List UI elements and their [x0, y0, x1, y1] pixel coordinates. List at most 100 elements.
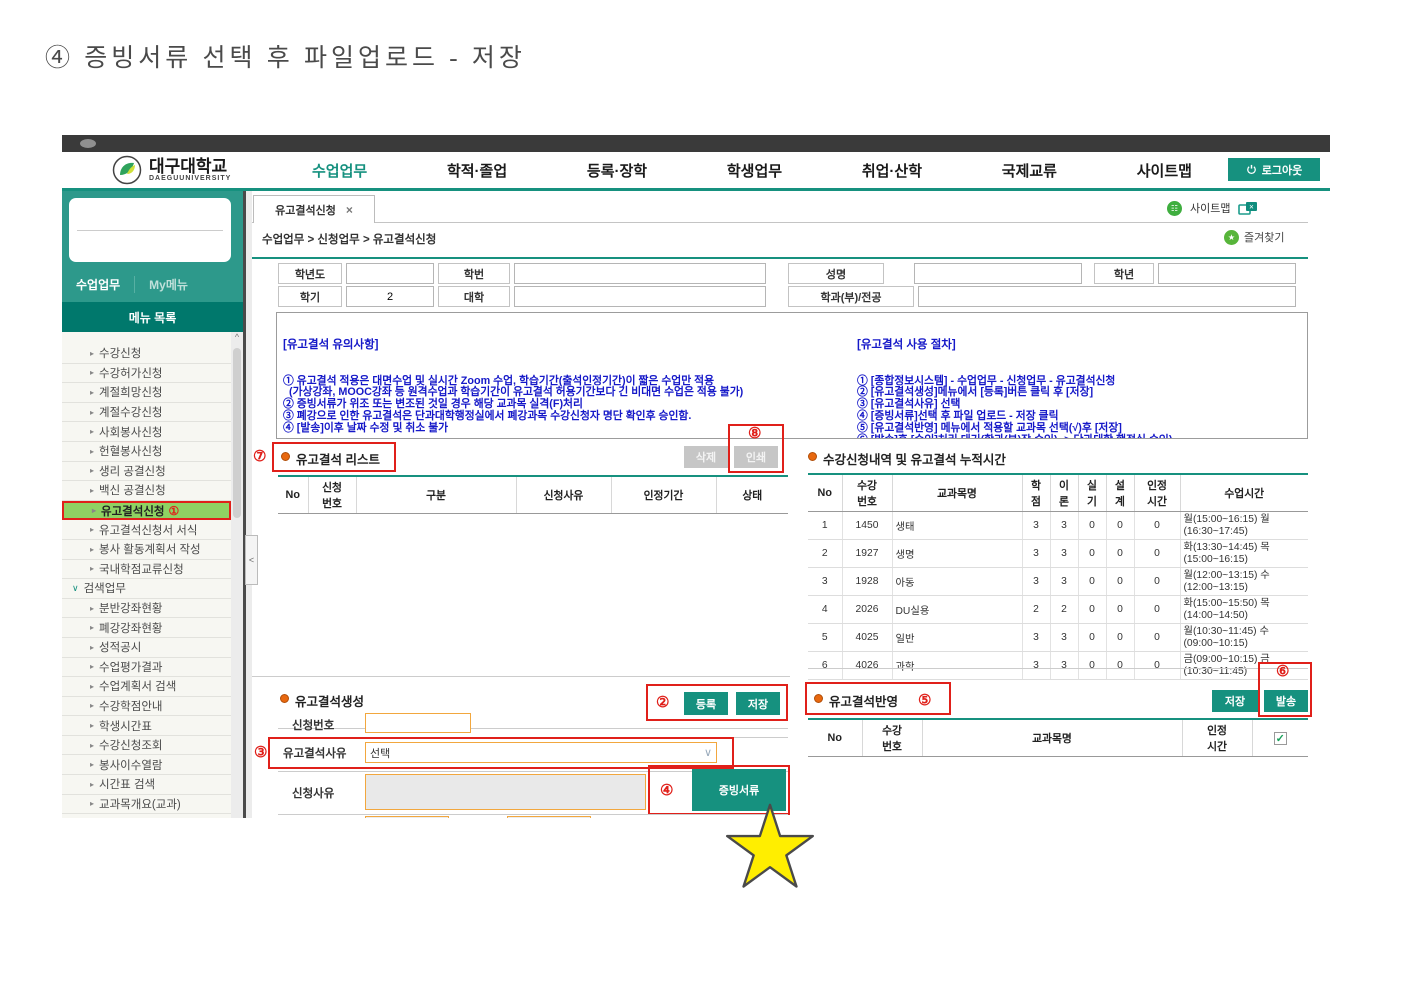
- sidebar-item-4[interactable]: ▸사회봉사신청: [62, 422, 231, 442]
- tab-close-icon[interactable]: ×: [346, 203, 353, 217]
- column-header: No: [808, 719, 862, 757]
- cell: 3: [1050, 568, 1078, 596]
- sidebar-item-3[interactable]: ▸계절수강신청: [62, 403, 231, 423]
- sidebar-item-9[interactable]: ▸유고결석신청서 서식: [62, 520, 231, 540]
- column-header: 구분: [356, 476, 516, 514]
- chevron-down-icon: ∨: [72, 583, 79, 594]
- sidebar-item-21[interactable]: ▸봉사이수열람: [62, 755, 231, 775]
- sidebar-tab-work[interactable]: 수업업무: [62, 276, 134, 293]
- menu-list-header: 메뉴 목록: [62, 302, 243, 332]
- sidebar-collapse-handle[interactable]: <: [245, 535, 258, 585]
- arrow-right-icon: ▸: [90, 408, 94, 417]
- cell: 일반: [892, 624, 1022, 652]
- logout-button[interactable]: 로그아웃: [1228, 158, 1320, 181]
- name-input[interactable]: [914, 263, 1082, 284]
- notice-procedure-title: [유고결석 사용 절차]: [857, 340, 1305, 352]
- nav-item-3[interactable]: 학생업무: [727, 160, 782, 181]
- sidebar-item-13[interactable]: ▸분반강좌현황: [62, 599, 231, 619]
- sidebar-item-16[interactable]: ▸수업평가결과: [62, 658, 231, 678]
- nav-item-4[interactable]: 취업·산학: [862, 160, 922, 181]
- reason-select[interactable]: 선택 ∨: [365, 742, 717, 763]
- cell: 3: [808, 568, 842, 596]
- select-all-checkbox[interactable]: ✓: [1274, 732, 1287, 745]
- table-row[interactable]: 21927생명33000화(13:30~14:45) 목(15:00~16:15…: [808, 540, 1308, 568]
- sidebar-item-label: 검색업무: [84, 580, 126, 596]
- sidebar-item-18[interactable]: ▸수강학점안내: [62, 697, 231, 717]
- tab-yugo-absence[interactable]: 유고결석신청 ×: [253, 195, 375, 223]
- semester-input[interactable]: [346, 286, 434, 307]
- sidebar-item-24[interactable]: ▸취업적성흥미검사: [62, 814, 231, 818]
- logo-title: 대구대학교: [149, 158, 231, 175]
- grade-input[interactable]: [1158, 263, 1296, 284]
- divider: [77, 230, 223, 231]
- nav-item-1[interactable]: 학적·졸업: [447, 160, 507, 181]
- sidebar-item-15[interactable]: ▸성적공시: [62, 638, 231, 658]
- major-input[interactable]: [918, 286, 1296, 307]
- table-row[interactable]: 64026과학33000금(09:00~10:15) 금(10:30~11:45…: [808, 652, 1308, 680]
- save-button-create[interactable]: 저장: [736, 692, 780, 715]
- sitemap-icon[interactable]: ☷: [1167, 201, 1182, 216]
- nav-item-0[interactable]: 수업업무: [312, 160, 367, 181]
- cell: 월(15:00~16:15) 월(16:30~17:45): [1180, 512, 1308, 540]
- save-button-reflect[interactable]: 저장: [1212, 690, 1258, 712]
- annotation-6: ⑥: [1276, 662, 1289, 681]
- university-logo[interactable]: 대구대학교 DAEGUUNIVERSITY: [112, 155, 231, 185]
- cell: 0: [1078, 512, 1106, 540]
- nav-item-2[interactable]: 등록·장학: [587, 160, 647, 181]
- favorite-button[interactable]: ★ 즐겨찾기: [1224, 229, 1284, 245]
- studentid-input[interactable]: [514, 263, 766, 284]
- cell: 0: [1134, 512, 1180, 540]
- sidebar-item-1[interactable]: ▸수강허가신청: [62, 364, 231, 384]
- sidebar-item-7[interactable]: ▸백신 공결신청: [62, 481, 231, 501]
- sidebar-item-8[interactable]: ▸유고결석신청①: [62, 501, 231, 521]
- portal-window: 대구대학교 DAEGUUNIVERSITY 수업업무 학적·졸업 등록·장학 학생업무…: [62, 135, 1330, 818]
- request-no-input[interactable]: [365, 713, 471, 733]
- sidebar-tab-mymenu[interactable]: My메뉴: [134, 276, 202, 293]
- sidebar-item-20[interactable]: ▸수강신청조회: [62, 736, 231, 756]
- sitemap-label[interactable]: 사이트맵: [1190, 200, 1230, 216]
- scroll-up-icon[interactable]: ^: [235, 332, 239, 342]
- cell: 4026: [842, 652, 892, 680]
- table-row[interactable]: 11450생태33000월(15:00~16:15) 월(16:30~17:45…: [808, 512, 1308, 540]
- sidebar-item-14[interactable]: ▸폐강강좌현황: [62, 618, 231, 638]
- scrollbar-thumb[interactable]: [233, 348, 241, 518]
- delete-button[interactable]: 삭제: [684, 446, 728, 468]
- sidebar-item-label: 유고결석신청서 서식: [99, 522, 197, 538]
- annotation-8: ⑧: [748, 424, 761, 443]
- table-row[interactable]: 31928아동33000월(12:00~13:15) 수(12:00~13:15…: [808, 568, 1308, 596]
- notice-line: ⑥ [발송]후 [승인]처리 대기(학과(부)장 승인) -> 단과대학 행정실…: [857, 435, 1305, 439]
- window-close-icon[interactable]: ×: [1238, 201, 1258, 215]
- arrow-right-icon: ▸: [90, 721, 94, 730]
- sidebar-scrollbar[interactable]: ^: [231, 332, 243, 818]
- sidebar-item-5[interactable]: ▸헌혈봉사신청: [62, 442, 231, 462]
- sidebar-item-6[interactable]: ▸생리 공결신청: [62, 462, 231, 482]
- nav-item-5[interactable]: 국제교류: [1002, 160, 1057, 181]
- register-button[interactable]: 등록: [684, 692, 728, 715]
- sidebar-item-11[interactable]: ▸국내학점교류신청: [62, 560, 231, 580]
- table-row[interactable]: 42026DU실용22000화(15:00~15:50) 목(14:00~14:…: [808, 596, 1308, 624]
- cell: 4: [808, 596, 842, 624]
- cell: 0: [1106, 652, 1134, 680]
- sidebar-item-2[interactable]: ▸계절희망신청: [62, 383, 231, 403]
- absence-list-table: No신청 번호구분신청사유인정기간상태: [278, 475, 788, 514]
- detail-textarea[interactable]: [365, 774, 646, 810]
- column-header: 교과목명: [922, 719, 1182, 757]
- sidebar-item-23[interactable]: ▸교과목개요(교과): [62, 795, 231, 815]
- main-navigation: 수업업무 학적·졸업 등록·장학 학생업무 취업·산학 국제교류 사이트맵: [292, 152, 1212, 188]
- college-input[interactable]: [514, 286, 766, 307]
- favorite-star-icon: ★: [1224, 230, 1239, 245]
- sidebar-item-10[interactable]: ▸봉사 활동계획서 작성: [62, 540, 231, 560]
- arrow-right-icon: ▸: [90, 447, 94, 456]
- nav-item-6[interactable]: 사이트맵: [1137, 160, 1192, 181]
- sidebar-item-0[interactable]: ▸수강신청: [62, 344, 231, 364]
- sidebar-item-22[interactable]: ▸시간표 검색: [62, 775, 231, 795]
- sidebar-item-17[interactable]: ▸수업계획서 검색: [62, 677, 231, 697]
- logo-subtitle: DAEGUUNIVERSITY: [149, 175, 231, 182]
- section-bullet: [814, 694, 823, 703]
- sidebar-item-12[interactable]: ∨ 검색업무: [62, 579, 231, 599]
- page-title: ④ 증빙서류 선택 후 파일업로드 - 저장: [45, 38, 526, 74]
- year-input[interactable]: [346, 263, 434, 284]
- user-info-panel: [69, 198, 231, 262]
- sidebar-item-19[interactable]: ▸학생시간표: [62, 716, 231, 736]
- table-row[interactable]: 54025일반33000월(10:30~11:45) 수(09:00~10:15…: [808, 624, 1308, 652]
